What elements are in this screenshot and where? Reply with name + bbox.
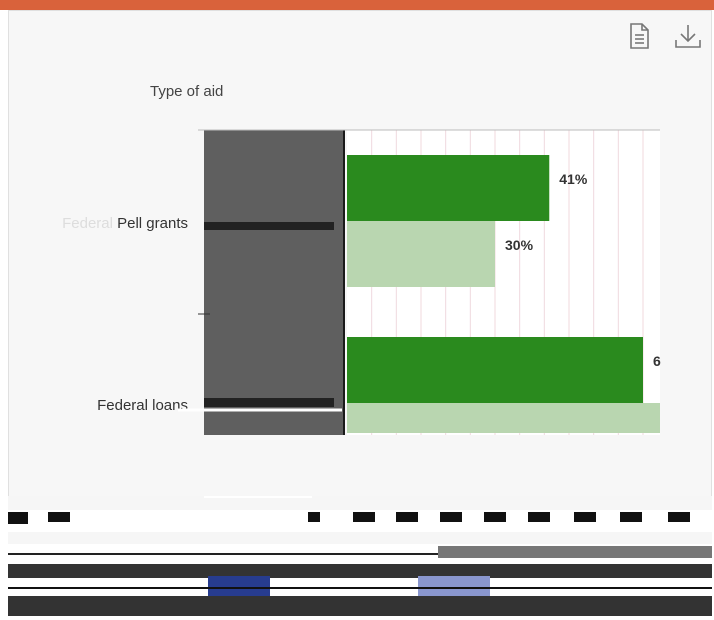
bar-value-label: 6 [653, 353, 661, 369]
bar-value-label: 41% [559, 171, 588, 187]
overlap-label-artifact-2 [204, 398, 334, 407]
label-column-backdrop [204, 130, 344, 435]
bar-value-label: 30% [505, 237, 534, 253]
bar-chart: 41% 30% 6 Federal Pell grants Federal loans [62, 129, 661, 435]
category-label: Federal Pell grants [62, 215, 188, 232]
category-label: Federal loans [97, 397, 188, 414]
bar [347, 155, 550, 221]
bar [347, 221, 495, 287]
bar [347, 403, 660, 433]
rendering-artifacts [8, 496, 712, 616]
bar [347, 337, 643, 403]
overlap-label-artifact [204, 222, 334, 230]
